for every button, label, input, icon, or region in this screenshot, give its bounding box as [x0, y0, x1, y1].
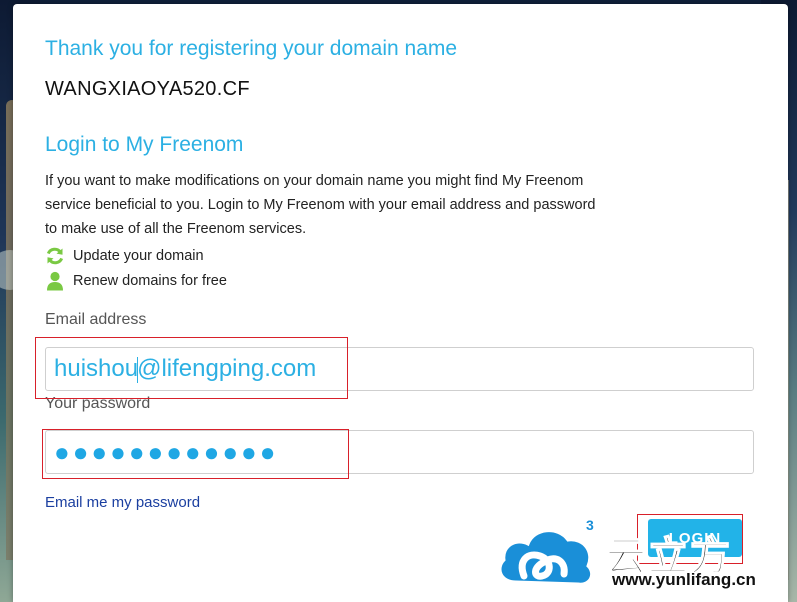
registered-domain: WANGXIAOYA520.CF [45, 78, 250, 100]
login-description: If you want to make modifications on you… [45, 173, 596, 237]
email-label: Email address [45, 311, 147, 328]
cloud-logo-icon: 3 [498, 517, 594, 586]
watermark-url: www.yunlifang.cn [612, 570, 756, 589]
feature-renew-domains: Renew domains for free [45, 271, 227, 291]
confirmation-heading: Thank you for registering your domain na… [45, 37, 458, 60]
feature-update-domain: Update your domain [45, 246, 204, 266]
password-mask: ●●●●●●●●●●●● [54, 436, 279, 467]
refresh-icon [45, 246, 65, 266]
feature-label: Renew domains for free [73, 273, 227, 289]
email-value-domain: @lifengping.com [137, 355, 317, 382]
watermark: 3 云立方 www.yunlifang.cn [494, 516, 784, 596]
email-value-user: huishou [54, 355, 139, 382]
email-field[interactable]: huishou@lifengping.com [45, 347, 754, 391]
registration-panel: Thank you for registering your domain na… [13, 4, 788, 602]
password-field[interactable]: ●●●●●●●●●●●● [45, 430, 754, 474]
user-icon [45, 271, 65, 291]
password-label: Your password [45, 395, 151, 412]
watermark-superscript: 3 [586, 517, 594, 533]
login-heading: Login to My Freenom [45, 133, 244, 156]
forgot-password-link[interactable]: Email me my password [45, 494, 200, 511]
feature-label: Update your domain [73, 248, 204, 264]
